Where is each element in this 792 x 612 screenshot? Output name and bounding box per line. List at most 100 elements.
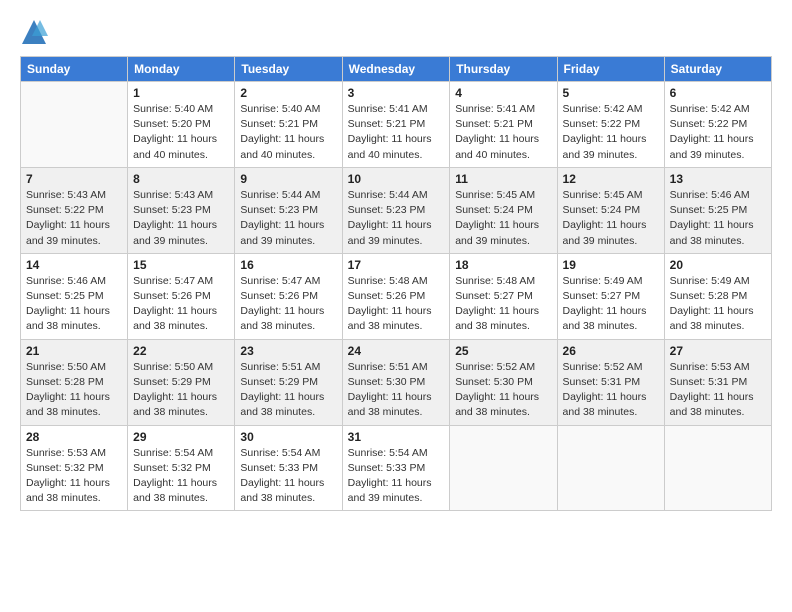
day-number: 19 — [563, 258, 659, 272]
calendar-cell: 21Sunrise: 5:50 AM Sunset: 5:28 PM Dayli… — [21, 339, 128, 425]
calendar-table: SundayMondayTuesdayWednesdayThursdayFrid… — [20, 56, 772, 511]
calendar-cell: 22 Sunrise: 5:50 AM Sunset: 5:29 PM Dayli… — [128, 339, 235, 425]
calendar-cell: 19 Sunrise: 5:49 AM Sunset: 5:27 PM Dayli… — [557, 253, 664, 339]
day-number: 25 — [455, 344, 551, 358]
calendar-cell: 4 Sunrise: 5:41 AM Sunset: 5:21 PM Daylig… — [450, 82, 557, 168]
calendar-header-row: SundayMondayTuesdayWednesdayThursdayFrid… — [21, 57, 772, 82]
day-info: Sunrise: 5:53 AM Sunset: 5:31 PM Dayligh… — [670, 360, 766, 421]
calendar-cell: 11Sunrise: 5:45 AM Sunset: 5:24 PM Dayli… — [450, 167, 557, 253]
calendar-cell: 8 Sunrise: 5:43 AM Sunset: 5:23 PM Daylig… — [128, 167, 235, 253]
calendar-week-row: 1Sunrise: 5:40 AM Sunset: 5:20 PM Daylig… — [21, 82, 772, 168]
day-info: Sunrise: 5:40 AM Sunset: 5:21 PM Dayligh… — [240, 102, 336, 163]
day-info: Sunrise: 5:47 AM Sunset: 5:26 PM Dayligh… — [240, 274, 336, 335]
calendar-cell: 29Sunrise: 5:54 AM Sunset: 5:32 PM Dayli… — [128, 425, 235, 511]
calendar-header-sunday: Sunday — [21, 57, 128, 82]
calendar-header-monday: Monday — [128, 57, 235, 82]
calendar-cell: 2 Sunrise: 5:40 AM Sunset: 5:21 PM Daylig… — [235, 82, 342, 168]
calendar-header-thursday: Thursday — [450, 57, 557, 82]
day-number: 12 — [563, 172, 659, 186]
day-number: 26 — [563, 344, 659, 358]
calendar-week-row: 21Sunrise: 5:50 AM Sunset: 5:28 PM Dayli… — [21, 339, 772, 425]
day-info: Sunrise: 5:54 AM Sunset: 5:33 PM Dayligh… — [348, 446, 445, 507]
day-info: Sunrise: 5:50 AM Sunset: 5:28 PM Dayligh… — [26, 360, 122, 421]
day-info: Sunrise: 5:44 AM Sunset: 5:23 PM Dayligh… — [240, 188, 336, 249]
day-info: Sunrise: 5:46 AM Sunset: 5:25 PM Dayligh… — [26, 274, 122, 335]
day-number: 23 — [240, 344, 336, 358]
logo-area — [20, 18, 52, 46]
calendar-cell: 14 Sunrise: 5:46 AM Sunset: 5:25 PM Dayli… — [21, 253, 128, 339]
day-info: Sunrise: 5:40 AM Sunset: 5:20 PM Dayligh… — [133, 102, 229, 163]
day-info: Sunrise: 5:41 AM Sunset: 5:21 PM Dayligh… — [455, 102, 551, 163]
calendar-cell: 7 Sunrise: 5:43 AM Sunset: 5:22 PM Daylig… — [21, 167, 128, 253]
day-number: 11 — [455, 172, 551, 186]
calendar-week-row: 7 Sunrise: 5:43 AM Sunset: 5:22 PM Daylig… — [21, 167, 772, 253]
calendar-header-wednesday: Wednesday — [342, 57, 450, 82]
calendar-header-saturday: Saturday — [664, 57, 771, 82]
day-number: 5 — [563, 86, 659, 100]
day-number: 2 — [240, 86, 336, 100]
calendar-cell: 23 Sunrise: 5:51 AM Sunset: 5:29 PM Dayli… — [235, 339, 342, 425]
day-number: 9 — [240, 172, 336, 186]
calendar-cell: 20 Sunrise: 5:49 AM Sunset: 5:28 PM Dayli… — [664, 253, 771, 339]
header — [20, 18, 772, 46]
calendar-cell: 26 Sunrise: 5:52 AM Sunset: 5:31 PM Dayli… — [557, 339, 664, 425]
day-info: Sunrise: 5:54 AM Sunset: 5:32 PM Dayligh… — [133, 446, 229, 507]
calendar-cell — [21, 82, 128, 168]
calendar-cell: 16Sunrise: 5:47 AM Sunset: 5:26 PM Dayli… — [235, 253, 342, 339]
calendar-cell: 12 Sunrise: 5:45 AM Sunset: 5:24 PM Dayli… — [557, 167, 664, 253]
day-number: 18 — [455, 258, 551, 272]
day-number: 30 — [240, 430, 336, 444]
day-info: Sunrise: 5:42 AM Sunset: 5:22 PM Dayligh… — [563, 102, 659, 163]
day-info: Sunrise: 5:43 AM Sunset: 5:22 PM Dayligh… — [26, 188, 122, 249]
calendar-cell: 1Sunrise: 5:40 AM Sunset: 5:20 PM Daylig… — [128, 82, 235, 168]
calendar-cell — [664, 425, 771, 511]
calendar-cell: 15Sunrise: 5:47 AM Sunset: 5:26 PM Dayli… — [128, 253, 235, 339]
day-number: 27 — [670, 344, 766, 358]
calendar-cell: 31 Sunrise: 5:54 AM Sunset: 5:33 PM Dayli… — [342, 425, 450, 511]
day-info: Sunrise: 5:54 AM Sunset: 5:33 PM Dayligh… — [240, 446, 336, 507]
day-number: 28 — [26, 430, 122, 444]
day-info: Sunrise: 5:52 AM Sunset: 5:30 PM Dayligh… — [455, 360, 551, 421]
day-number: 17 — [348, 258, 445, 272]
day-number: 13 — [670, 172, 766, 186]
day-number: 7 — [26, 172, 122, 186]
day-number: 4 — [455, 86, 551, 100]
logo-icon — [20, 18, 48, 46]
day-info: Sunrise: 5:44 AM Sunset: 5:23 PM Dayligh… — [348, 188, 445, 249]
calendar-cell — [557, 425, 664, 511]
day-number: 31 — [348, 430, 445, 444]
calendar-cell — [450, 425, 557, 511]
calendar-cell: 28Sunrise: 5:53 AM Sunset: 5:32 PM Dayli… — [21, 425, 128, 511]
day-number: 22 — [133, 344, 229, 358]
day-info: Sunrise: 5:49 AM Sunset: 5:28 PM Dayligh… — [670, 274, 766, 335]
day-number: 20 — [670, 258, 766, 272]
day-info: Sunrise: 5:43 AM Sunset: 5:23 PM Dayligh… — [133, 188, 229, 249]
calendar-cell: 17Sunrise: 5:48 AM Sunset: 5:26 PM Dayli… — [342, 253, 450, 339]
day-info: Sunrise: 5:42 AM Sunset: 5:22 PM Dayligh… — [670, 102, 766, 163]
calendar-cell: 27 Sunrise: 5:53 AM Sunset: 5:31 PM Dayli… — [664, 339, 771, 425]
calendar-cell: 5 Sunrise: 5:42 AM Sunset: 5:22 PM Daylig… — [557, 82, 664, 168]
day-info: Sunrise: 5:50 AM Sunset: 5:29 PM Dayligh… — [133, 360, 229, 421]
calendar-cell: 10 Sunrise: 5:44 AM Sunset: 5:23 PM Dayli… — [342, 167, 450, 253]
day-number: 14 — [26, 258, 122, 272]
page: SundayMondayTuesdayWednesdayThursdayFrid… — [0, 0, 792, 521]
calendar-cell: 6Sunrise: 5:42 AM Sunset: 5:22 PM Daylig… — [664, 82, 771, 168]
calendar-week-row: 28Sunrise: 5:53 AM Sunset: 5:32 PM Dayli… — [21, 425, 772, 511]
day-info: Sunrise: 5:47 AM Sunset: 5:26 PM Dayligh… — [133, 274, 229, 335]
calendar-week-row: 14 Sunrise: 5:46 AM Sunset: 5:25 PM Dayli… — [21, 253, 772, 339]
calendar-cell: 30 Sunrise: 5:54 AM Sunset: 5:33 PM Dayli… — [235, 425, 342, 511]
day-number: 10 — [348, 172, 445, 186]
day-number: 24 — [348, 344, 445, 358]
calendar-cell: 3Sunrise: 5:41 AM Sunset: 5:21 PM Daylig… — [342, 82, 450, 168]
day-info: Sunrise: 5:48 AM Sunset: 5:27 PM Dayligh… — [455, 274, 551, 335]
day-info: Sunrise: 5:49 AM Sunset: 5:27 PM Dayligh… — [563, 274, 659, 335]
calendar-cell: 9 Sunrise: 5:44 AM Sunset: 5:23 PM Daylig… — [235, 167, 342, 253]
day-number: 8 — [133, 172, 229, 186]
day-info: Sunrise: 5:41 AM Sunset: 5:21 PM Dayligh… — [348, 102, 445, 163]
day-info: Sunrise: 5:45 AM Sunset: 5:24 PM Dayligh… — [563, 188, 659, 249]
calendar-header-friday: Friday — [557, 57, 664, 82]
day-info: Sunrise: 5:51 AM Sunset: 5:29 PM Dayligh… — [240, 360, 336, 421]
calendar-cell: 18 Sunrise: 5:48 AM Sunset: 5:27 PM Dayli… — [450, 253, 557, 339]
day-info: Sunrise: 5:52 AM Sunset: 5:31 PM Dayligh… — [563, 360, 659, 421]
calendar-header-tuesday: Tuesday — [235, 57, 342, 82]
